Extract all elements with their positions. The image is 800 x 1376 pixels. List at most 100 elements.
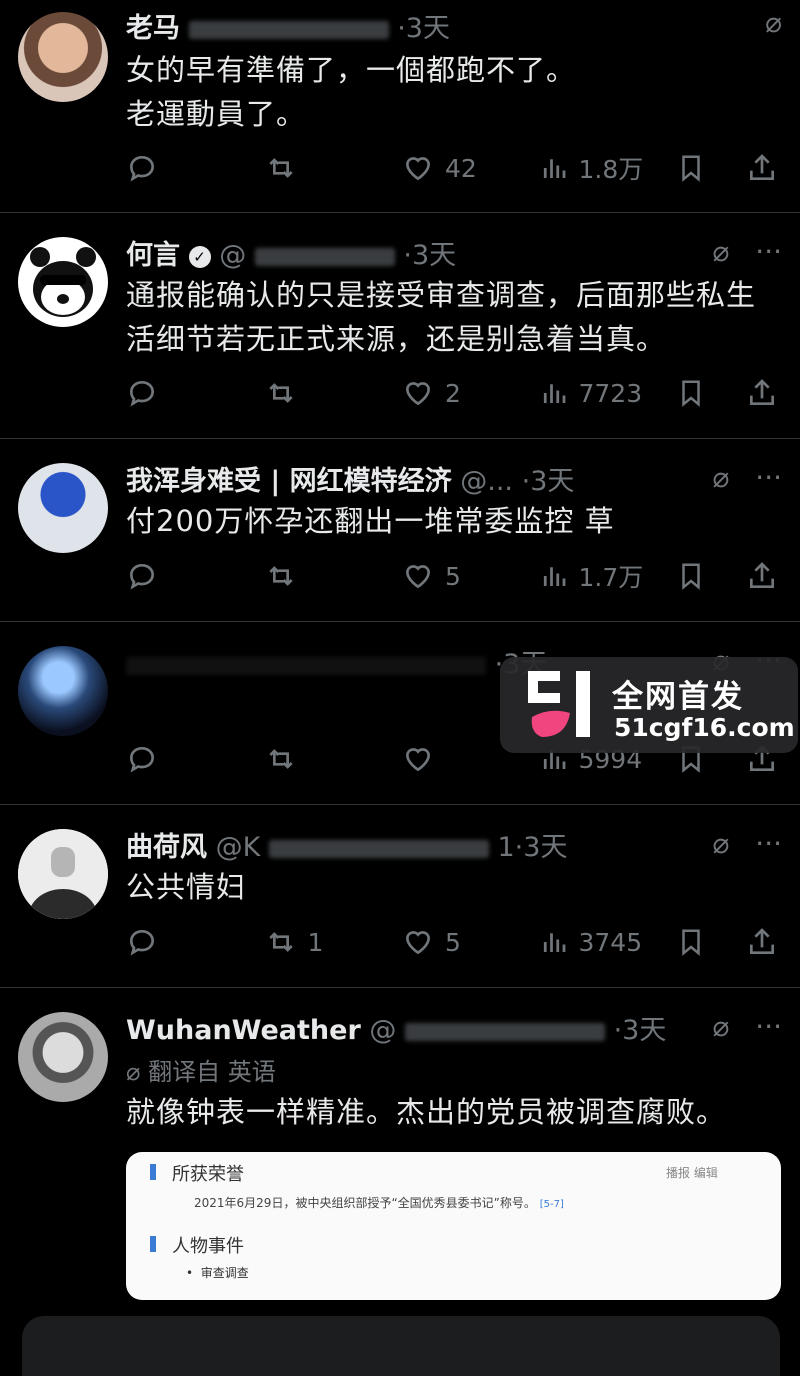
tweet-menu: ⌀ ··· bbox=[712, 827, 782, 860]
retweet-count: 1 bbox=[307, 927, 324, 957]
bookmark-icon bbox=[682, 563, 700, 590]
views-count: 3745 bbox=[578, 927, 643, 957]
share-icon bbox=[750, 379, 774, 405]
avatar[interactable] bbox=[18, 1012, 108, 1102]
citation-link[interactable]: [5-7] bbox=[540, 1199, 564, 1210]
author-name[interactable]: 何言 bbox=[126, 240, 180, 271]
card-section-title: 所获荣誉 bbox=[172, 1164, 244, 1185]
views-icon bbox=[543, 567, 565, 586]
reply-icon bbox=[129, 155, 155, 182]
bookmark-button[interactable] bbox=[676, 926, 706, 958]
media-card[interactable]: 所获荣誉 播报 编辑 2021年6月29日，被中央组织部授予“全国优秀县委书记”… bbox=[126, 1152, 781, 1300]
grok-icon[interactable]: ⌀ bbox=[712, 1010, 729, 1043]
tweet-menu: ⌀ ··· bbox=[712, 1010, 782, 1043]
tweet-body: 公共情妇 bbox=[126, 870, 247, 904]
retweet-icon bbox=[268, 158, 293, 178]
card-bullet: • 审查调查 bbox=[186, 1266, 249, 1280]
like-button[interactable]: 5 bbox=[401, 560, 539, 592]
bottom-bar[interactable] bbox=[22, 1316, 780, 1376]
grok-icon[interactable]: ⌀ bbox=[712, 235, 729, 268]
views-icon bbox=[543, 159, 565, 178]
more-icon[interactable]: ··· bbox=[755, 235, 782, 268]
retweet-button[interactable] bbox=[264, 743, 402, 775]
like-button[interactable]: 42 bbox=[401, 152, 539, 184]
like-button[interactable]: 5 bbox=[401, 926, 539, 958]
heart-icon bbox=[405, 157, 431, 181]
share-button[interactable] bbox=[746, 560, 778, 592]
reply-button[interactable] bbox=[126, 560, 264, 592]
tweet[interactable]: WuhanWeather @ ·3天 ⌀ ··· ⌀ 翻译自 英语 就像钟表一样… bbox=[0, 988, 800, 1318]
tweet[interactable]: 曲荷风 @K 1·3天 ⌀ ··· 公共情妇 1 5 3745 bbox=[0, 805, 800, 988]
grok-icon[interactable]: ⌀ bbox=[765, 6, 782, 39]
card-tools: 播报 编辑 bbox=[666, 1166, 718, 1180]
tweet-menu: ⌀ ··· bbox=[712, 461, 782, 494]
views-button[interactable]: 7723 bbox=[539, 378, 677, 408]
avatar[interactable] bbox=[18, 463, 108, 553]
tweet-actions: 5 1.7万 bbox=[126, 556, 778, 596]
tweet[interactable]: 我浑身难受 | 网红模特经济 @... ·3天 ⌀ ··· 付200万怀孕还翻出… bbox=[0, 439, 800, 622]
tweet-time: 1·3天 bbox=[497, 832, 568, 863]
translated-label[interactable]: ⌀ 翻译自 英语 bbox=[126, 1052, 276, 1087]
card-section-title: 人物事件 bbox=[172, 1236, 244, 1257]
more-icon[interactable]: ··· bbox=[755, 1010, 782, 1043]
share-button[interactable] bbox=[746, 152, 778, 184]
views-count: 1.7万 bbox=[578, 563, 644, 592]
bookmark-button[interactable] bbox=[676, 152, 706, 184]
avatar[interactable] bbox=[18, 646, 108, 736]
grok-icon[interactable]: ⌀ bbox=[712, 827, 729, 860]
tweet[interactable]: 老马 ·3天 女的早有準備了，一個都跑不了。 老運動員了。 42 1.8万 ⌀ bbox=[0, 0, 800, 213]
views-button[interactable]: 1.8万 bbox=[539, 150, 677, 186]
tweet-header: 何言 ✓ @ ·3天 bbox=[126, 233, 780, 273]
reply-icon bbox=[129, 746, 155, 773]
reply-icon bbox=[129, 929, 155, 956]
retweet-button[interactable] bbox=[264, 377, 402, 409]
heart-icon bbox=[405, 565, 431, 589]
author-handle: @K bbox=[215, 832, 261, 863]
avatar[interactable] bbox=[18, 237, 108, 327]
retweet-button[interactable] bbox=[264, 152, 402, 184]
retweet-button[interactable] bbox=[264, 560, 402, 592]
tweet-time: ·3天 bbox=[521, 466, 575, 497]
reply-button[interactable] bbox=[126, 743, 264, 775]
views-count: 1.8万 bbox=[578, 155, 644, 184]
share-button[interactable] bbox=[746, 926, 778, 958]
tweet-actions: 42 1.8万 bbox=[126, 148, 778, 188]
share-button[interactable] bbox=[746, 377, 778, 409]
retweet-button[interactable]: 1 bbox=[264, 926, 402, 958]
watermark-logo bbox=[528, 671, 590, 737]
grok-icon[interactable]: ⌀ bbox=[712, 461, 729, 494]
verified-icon: ✓ bbox=[188, 245, 211, 268]
bookmark-icon bbox=[682, 155, 700, 182]
share-icon bbox=[750, 154, 774, 180]
author-name[interactable]: 曲荷风 bbox=[126, 832, 207, 863]
bookmark-button[interactable] bbox=[676, 560, 706, 592]
tweet-time: ·3天 bbox=[403, 240, 457, 271]
reply-button[interactable] bbox=[126, 152, 264, 184]
tweet-header: WuhanWeather @ ·3天 bbox=[126, 1008, 780, 1048]
author-handle: @ bbox=[369, 1015, 397, 1046]
more-icon[interactable]: ··· bbox=[755, 827, 782, 860]
more-icon[interactable]: ··· bbox=[755, 461, 782, 494]
author-name[interactable]: 老马 bbox=[126, 13, 180, 44]
views-button[interactable]: 1.7万 bbox=[539, 558, 677, 594]
reply-button[interactable] bbox=[126, 926, 264, 958]
tweet-time: ·3天 bbox=[397, 13, 450, 44]
retweet-icon bbox=[268, 749, 293, 769]
tweet-menu: ⌀ bbox=[765, 6, 782, 39]
tweet-body: 女的早有準備了，一個都跑不了。 老運動員了。 bbox=[126, 53, 577, 131]
author-name[interactable]: 我浑身难受 | 网红模特经济 bbox=[126, 466, 452, 497]
like-count: 5 bbox=[445, 927, 461, 957]
reply-button[interactable] bbox=[126, 377, 264, 409]
tweet[interactable]: 何言 ✓ @ ·3天 ⌀ ··· 通报能确认的只是接受审查调查，后面那些私生 活… bbox=[0, 213, 800, 439]
share-icon bbox=[750, 562, 774, 588]
watermark-title: 全网首发 bbox=[612, 679, 744, 715]
bookmark-button[interactable] bbox=[676, 377, 706, 409]
views-button[interactable]: 3745 bbox=[539, 927, 677, 957]
like-button[interactable]: 2 bbox=[401, 377, 539, 409]
section-marker bbox=[150, 1236, 156, 1252]
author-name[interactable]: WuhanWeather bbox=[126, 1015, 361, 1046]
avatar-bear-icon bbox=[30, 247, 96, 317]
avatar[interactable] bbox=[18, 12, 108, 102]
avatar[interactable] bbox=[18, 829, 108, 919]
card-paragraph: 2021年6月29日，被中央组织部授予“全国优秀县委书记”称号。 [5-7] bbox=[194, 1196, 564, 1210]
